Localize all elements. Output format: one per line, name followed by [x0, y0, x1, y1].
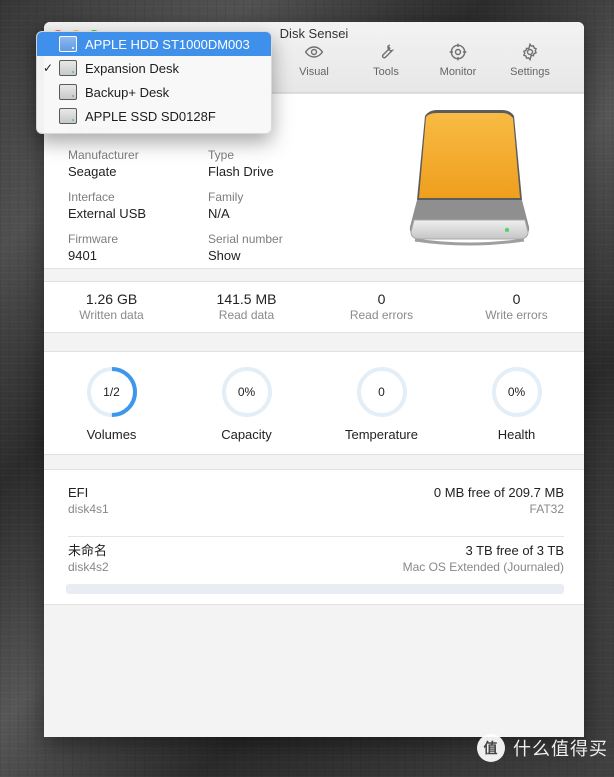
volumes-metric: 1/2 Volumes [52, 365, 172, 442]
eye-icon [304, 46, 324, 58]
volume-free-space: 3 TB free of 3 TB [465, 543, 564, 558]
type-value: Flash Drive [208, 164, 274, 179]
toolbar-visual-button[interactable]: Visual [289, 42, 339, 78]
gear-icon [522, 42, 538, 62]
volumes-label: Volumes [86, 426, 137, 442]
capacity-label: Capacity [221, 426, 272, 442]
manufacturer-label: Manufacturer [68, 148, 139, 162]
health-metrics-row: 1/2 Volumes 0% Capacity 0 Temperature 0%… [44, 352, 584, 454]
read-data-label: Read data [218, 308, 275, 322]
interface-label: Interface [68, 190, 115, 204]
volume-free-space: 0 MB free of 209.7 MB [433, 485, 564, 500]
volume-usage-bar [66, 584, 564, 594]
temperature-metric: 0 Temperature [322, 365, 442, 442]
health-metric: 0% Health [457, 365, 577, 442]
interface-value: External USB [68, 206, 147, 221]
volume-row[interactable]: 未命名 disk4s2 3 TB free of 3 TB Mac OS Ext… [66, 536, 564, 594]
disk-selector-dropdown: APPLE HDD ST1000DM003 ✓ Expansion Desk B… [36, 31, 272, 134]
dropdown-item-label: APPLE HDD ST1000DM003 [85, 36, 250, 52]
toolbar-settings-button[interactable]: Settings [505, 42, 555, 78]
write-errors-stat: 0 Write errors [457, 291, 577, 323]
serial-number-label: Serial number [208, 232, 283, 246]
io-stats-row: 1.26 GB Written data 141.5 MB Read data … [44, 282, 584, 332]
toolbar: Visual Tools Monitor Settings [289, 42, 555, 78]
written-data-stat: 1.26 GB Written data [52, 291, 172, 323]
wrench-icon [381, 44, 395, 59]
volume-row[interactable]: EFI disk4s1 0 MB free of 209.7 MB FAT32 [68, 478, 564, 537]
disk-info-grid: Manufacturer Seagate Type Flash Drive In… [68, 148, 368, 264]
health-value: 0% [507, 384, 526, 399]
io-stats-card: 1.26 GB Written data 141.5 MB Read data … [44, 281, 584, 333]
main-content: Nautilus Manufacturer Seagate Type Flash… [44, 93, 584, 737]
volume-summary: 3 TB free of 3 TB Mac OS Extended (Journ… [403, 542, 564, 575]
volume-summary: 0 MB free of 209.7 MB FAT32 [434, 484, 564, 517]
toolbar-settings-label: Settings [510, 66, 550, 78]
health-label: Health [497, 426, 536, 442]
volume-filesystem: Mac OS Extended (Journaled) [402, 560, 564, 574]
volumes-value: 1/2 [103, 384, 120, 399]
toolbar-monitor-label: Monitor [439, 66, 477, 78]
site-watermark: 值 什么值得买 [477, 734, 608, 762]
interface-field: Interface External USB [68, 190, 208, 222]
toolbar-monitor-button[interactable]: Monitor [433, 42, 483, 78]
read-data-value: 141.5 MB [216, 291, 277, 307]
capacity-metric: 0% Capacity [187, 365, 307, 442]
capacity-ring: 0% [220, 365, 274, 419]
manufacturer-field: Manufacturer Seagate [68, 148, 208, 180]
dropdown-item-label: Expansion Desk [85, 60, 179, 76]
serial-number-value[interactable]: Show [208, 248, 348, 264]
health-metrics-card: 1/2 Volumes 0% Capacity 0 Temperature 0%… [44, 351, 584, 455]
disk-icon [59, 60, 77, 76]
serial-number-field: Serial number Show [208, 232, 348, 264]
health-ring: 0% [490, 365, 544, 419]
external-drive-icon [409, 110, 530, 246]
write-errors-value: 0 [512, 291, 521, 307]
dropdown-item-label: APPLE SSD SD0128F [85, 108, 216, 124]
read-errors-label: Read errors [349, 308, 414, 322]
firmware-field: Firmware 9401 [68, 232, 208, 264]
watermark-text: 什么值得买 [513, 739, 608, 759]
write-errors-label: Write errors [485, 308, 548, 322]
type-label: Type [208, 148, 235, 162]
dropdown-item[interactable]: APPLE HDD ST1000DM003 [37, 32, 271, 56]
read-errors-stat: 0 Read errors [322, 291, 442, 323]
toolbar-tools-label: Tools [373, 66, 399, 78]
capacity-value: 0% [237, 384, 256, 399]
toolbar-tools-button[interactable]: Tools [361, 42, 411, 78]
temperature-ring: 0 [355, 365, 409, 419]
manufacturer-value: Seagate [68, 164, 117, 179]
read-errors-value: 0 [377, 291, 386, 307]
checkmark-icon: ✓ [43, 61, 54, 75]
written-data-label: Written data [79, 308, 144, 322]
watermark-badge: 值 [477, 734, 505, 762]
dropdown-item[interactable]: ✓ Expansion Desk [37, 56, 271, 80]
dropdown-item[interactable]: APPLE SSD SD0128F [37, 104, 271, 128]
dropdown-item[interactable]: Backup+ Desk [37, 80, 271, 104]
type-field: Type Flash Drive [208, 148, 348, 180]
toolbar-visual-label: Visual [299, 66, 329, 78]
firmware-label: Firmware [68, 232, 118, 246]
volume-filesystem: FAT32 [529, 502, 564, 516]
disk-icon [59, 36, 77, 52]
temperature-label: Temperature [345, 426, 418, 442]
target-icon [449, 43, 467, 61]
written-data-value: 1.26 GB [85, 291, 138, 307]
read-data-stat: 141.5 MB Read data [187, 291, 307, 323]
family-value: N/A [208, 206, 230, 221]
family-field: Family N/A [208, 190, 348, 222]
disk-icon [59, 108, 77, 124]
firmware-value: 9401 [68, 248, 97, 263]
dropdown-item-label: Backup+ Desk [85, 84, 170, 100]
volumes-ring: 1/2 [85, 365, 139, 419]
disk-icon [59, 84, 77, 100]
family-label: Family [208, 190, 244, 204]
temperature-value: 0 [378, 384, 385, 399]
volumes-list-card: EFI disk4s1 0 MB free of 209.7 MB FAT32 … [44, 469, 584, 605]
